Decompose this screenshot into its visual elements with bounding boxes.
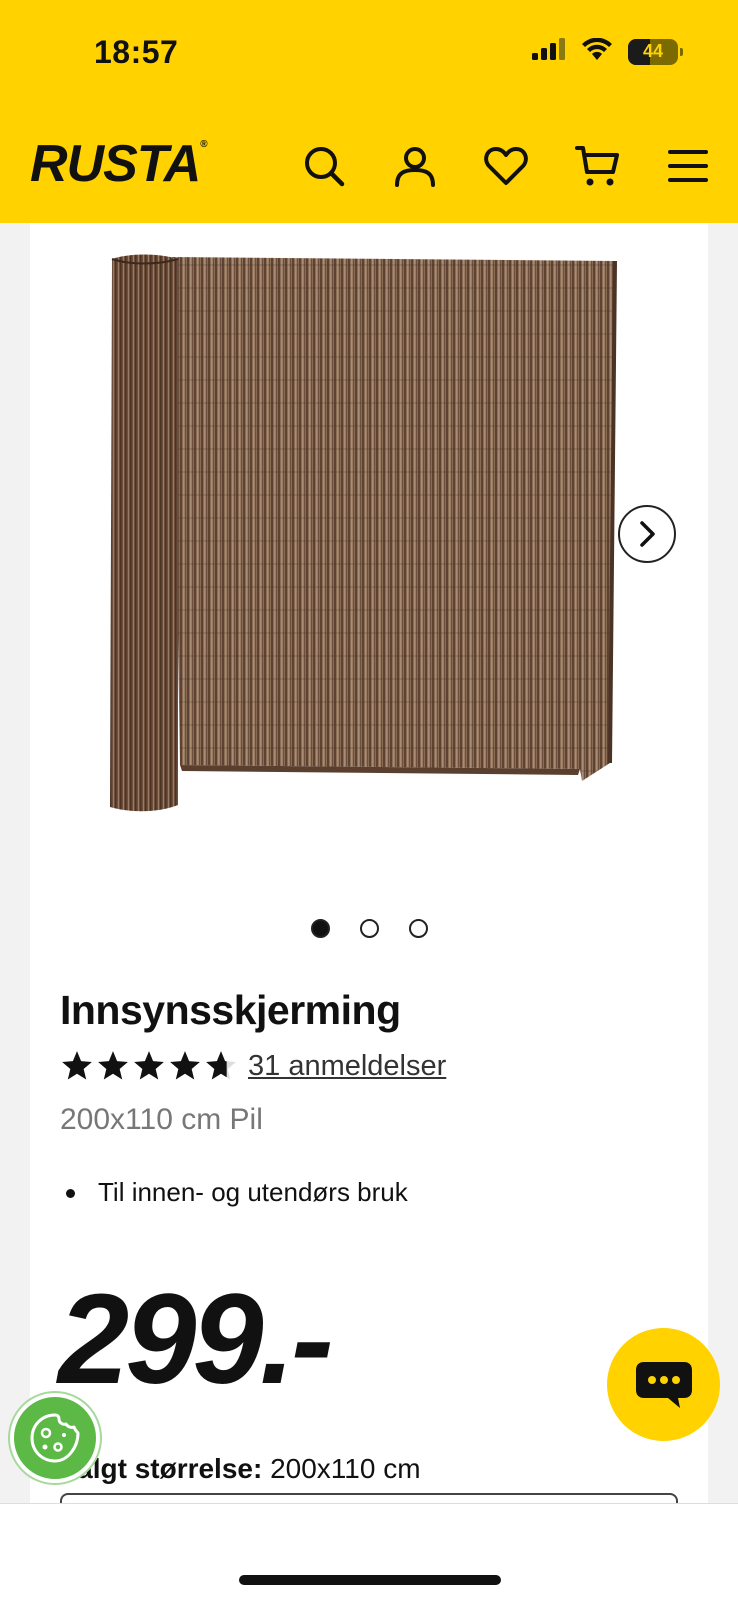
header: 18:57 44 RUSTA®: [0, 0, 738, 223]
gallery-next-button[interactable]: [618, 505, 676, 563]
star-icon: [62, 1051, 92, 1080]
heart-icon: [484, 147, 528, 185]
battery-indicator: 44: [628, 38, 683, 65]
gallery-pagination: [30, 919, 708, 938]
product-image: [110, 254, 617, 812]
gallery-dot[interactable]: [408, 919, 428, 938]
menu-icon: [668, 150, 708, 182]
product-subtitle: 200x110 cm Pil: [60, 1103, 263, 1136]
product-features: Til innen- og utendørs bruk: [60, 1177, 408, 1208]
gallery-dot[interactable]: [310, 919, 330, 938]
cellular-signal-icon: [532, 38, 566, 65]
feature-item: Til innen- og utendørs bruk: [60, 1177, 408, 1208]
header-nav: [300, 142, 712, 190]
reviews-link[interactable]: 31 anmeldelser: [248, 1050, 446, 1083]
star-icon: [134, 1051, 164, 1080]
user-icon: [395, 147, 435, 187]
product-page: Innsynsskjerming 31 anmeldelser 200x110 …: [30, 223, 708, 1513]
product-gallery[interactable]: [30, 223, 708, 863]
product-title: Innsynsskjerming: [60, 987, 401, 1033]
search-button[interactable]: [300, 142, 348, 190]
wifi-icon: [582, 37, 612, 65]
size-value: 200x110 cm: [270, 1453, 421, 1484]
chat-button[interactable]: [607, 1328, 720, 1441]
cart-icon: [575, 146, 619, 186]
chevron-right-icon: [640, 521, 655, 547]
status-time: 18:57: [94, 34, 179, 70]
rusta-logo[interactable]: RUSTA®: [30, 138, 208, 190]
bottom-bar: [0, 1503, 738, 1600]
wishlist-button[interactable]: [482, 142, 530, 190]
search-icon: [305, 147, 345, 187]
product-rating: 31 anmeldelser: [60, 1049, 446, 1083]
cookie-icon: [30, 1413, 80, 1463]
rating-stars: [60, 1049, 238, 1083]
star-icon: [98, 1051, 128, 1080]
status-icons: 44: [532, 37, 683, 65]
home-indicator[interactable]: [239, 1575, 501, 1585]
account-button[interactable]: [391, 142, 439, 190]
product-price: 299.-: [58, 1268, 334, 1411]
menu-button[interactable]: [664, 142, 712, 190]
star-half-icon: [206, 1051, 236, 1080]
star-icon: [170, 1051, 200, 1080]
selected-size: Valgt størrelse: 200x110 cm: [60, 1453, 421, 1485]
gallery-dot[interactable]: [359, 919, 379, 938]
cookie-settings-button[interactable]: [10, 1393, 100, 1483]
chat-icon: [635, 1361, 692, 1408]
cart-button[interactable]: [573, 142, 621, 190]
